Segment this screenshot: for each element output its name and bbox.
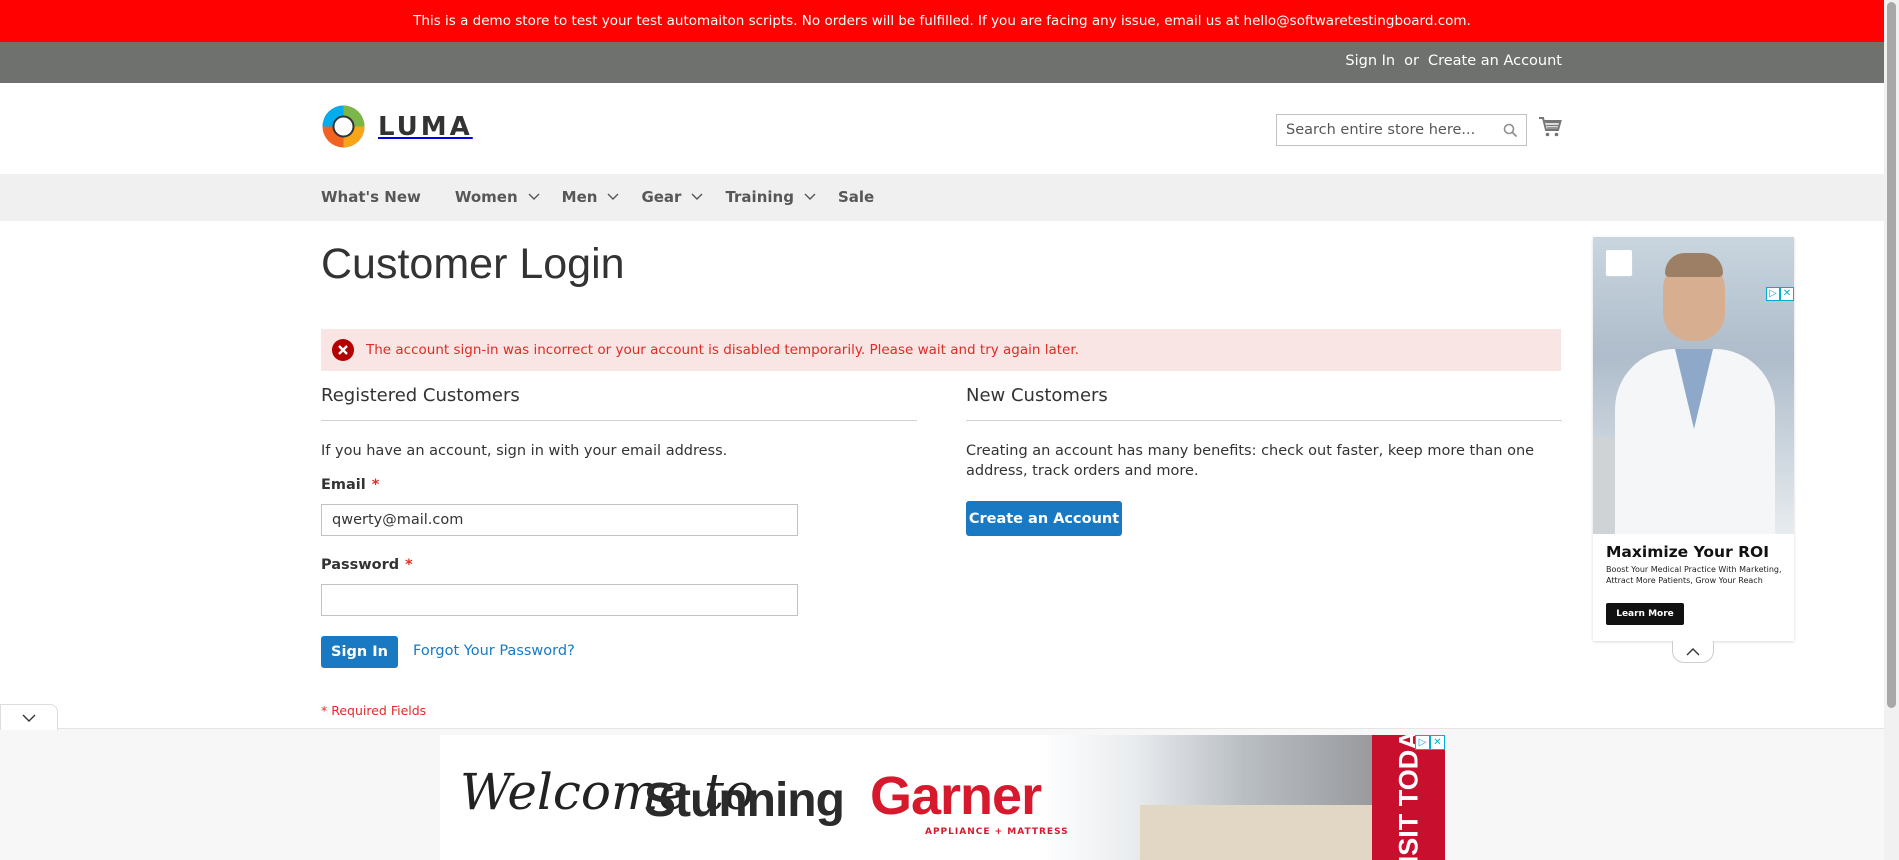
required-marker: * [405,557,413,573]
cart-icon[interactable] [1538,116,1562,142]
nav-item-whats-new[interactable]: What's New [321,188,421,206]
email-label-text: Email [321,477,366,493]
ad-collapse-button[interactable] [1672,641,1714,663]
top-links-bar: Sign In or Create an Account [0,42,1884,83]
ad-stunning-text: Stunning [644,774,845,827]
search-box [1276,114,1527,146]
ad-subtitle: Boost Your Medical Practice With Marketi… [1606,565,1782,585]
close-icon[interactable]: ✕ [1430,735,1445,750]
logo-text: LUMA [378,111,473,142]
bottom-ad-close-controls[interactable]: ▷ ✕ [1415,735,1445,750]
create-account-button[interactable]: Create an Account [966,501,1122,536]
new-customers-title: New Customers [966,385,1562,421]
required-marker: * [371,477,380,493]
new-customers-text: Creating an account has many benefits: c… [966,443,1535,479]
nav-label: Gear [641,188,682,206]
search-input[interactable] [1277,115,1526,145]
main-nav: What's New Women Men Gear Training Sale [0,174,1884,221]
error-message: The account sign-in was incorrect or you… [321,329,1561,371]
scrollbar-thumb[interactable] [1887,2,1896,708]
search-icon[interactable] [1503,123,1518,142]
or-text: or [1404,53,1419,69]
demo-notice-bar: This is a demo store to test your test a… [0,0,1884,42]
chevron-down-icon [691,193,703,200]
ad-brand-tagline: APPLIANCE + MATTRESS [925,827,1069,837]
nav-label: Training [725,188,794,206]
nav-item-gear[interactable]: Gear [641,188,703,206]
nav-item-training[interactable]: Training [725,188,816,206]
create-account-link[interactable]: Create an Account [1428,53,1562,69]
demo-notice-text: This is a demo store to test your test a… [413,13,1471,29]
ad-close-controls[interactable]: ▷ ✕ [1766,287,1794,301]
nav-item-men[interactable]: Men [562,188,620,206]
nav-label: Men [561,188,598,206]
ad-hair-shape [1665,253,1723,277]
email-field[interactable] [321,504,798,536]
page-title: Customer Login [321,240,625,288]
nav-label: What's New [321,188,421,206]
email-label: Email * [321,477,379,493]
adchoices-icon[interactable]: ▷ [1415,735,1430,750]
bottom-banner-ad[interactable]: Welcome to Stunning Garner APPLIANCE + M… [440,735,1445,860]
required-fields-note: * Required Fields [321,703,427,718]
registered-intro: If you have an account, sign in with you… [321,443,728,459]
new-customers-section: New Customers Creating an account has ma… [966,385,1562,481]
ad-visit-button[interactable]: VISIT TODAY [1372,735,1445,860]
registered-customers-section: Registered Customers If you have an acco… [321,385,917,461]
chevron-up-icon [1686,647,1700,655]
ad-brand-logo: Garner [870,766,1042,826]
nav-label: Women [454,188,518,206]
password-label: Password * [321,557,413,573]
ad-visit-text: VISIT TODAY [1393,735,1424,860]
sign-in-link[interactable]: Sign In [1345,53,1395,69]
chevron-down-icon [528,193,540,200]
chevron-down-icon [22,714,36,722]
ad-learn-more-button[interactable]: Learn More [1606,603,1684,625]
ad-title: Maximize Your ROI [1606,543,1769,561]
nav-item-sale[interactable]: Sale [838,188,874,206]
adchoices-icon[interactable]: ▷ [1766,287,1780,301]
site-header: LUMA [0,83,1884,174]
error-text: The account sign-in was incorrect or you… [366,342,1079,358]
password-label-text: Password [321,557,400,573]
chevron-down-icon [804,193,816,200]
forgot-password-link[interactable]: Forgot Your Password? [413,643,575,659]
sign-in-button[interactable]: Sign In [321,636,398,668]
side-advertisement[interactable]: ▷ ✕ Maximize Your ROI Boost Your Medical… [1593,237,1794,641]
luma-logo-icon [322,105,365,148]
ad-doctor-image [1593,237,1794,534]
ad-counter-shape [1140,805,1380,860]
close-icon[interactable]: ✕ [1780,287,1794,301]
nav-item-women[interactable]: Women [455,188,540,206]
ad-logo-icon [1605,249,1633,277]
error-icon [332,339,354,361]
password-field[interactable] [321,584,798,616]
chevron-down-icon [607,193,619,200]
page-scrollbar[interactable] [1884,0,1899,860]
registered-title: Registered Customers [321,385,917,421]
bottom-ad-toggle[interactable] [0,704,58,730]
luma-logo[interactable]: LUMA [321,104,473,149]
nav-label: Sale [837,188,875,206]
